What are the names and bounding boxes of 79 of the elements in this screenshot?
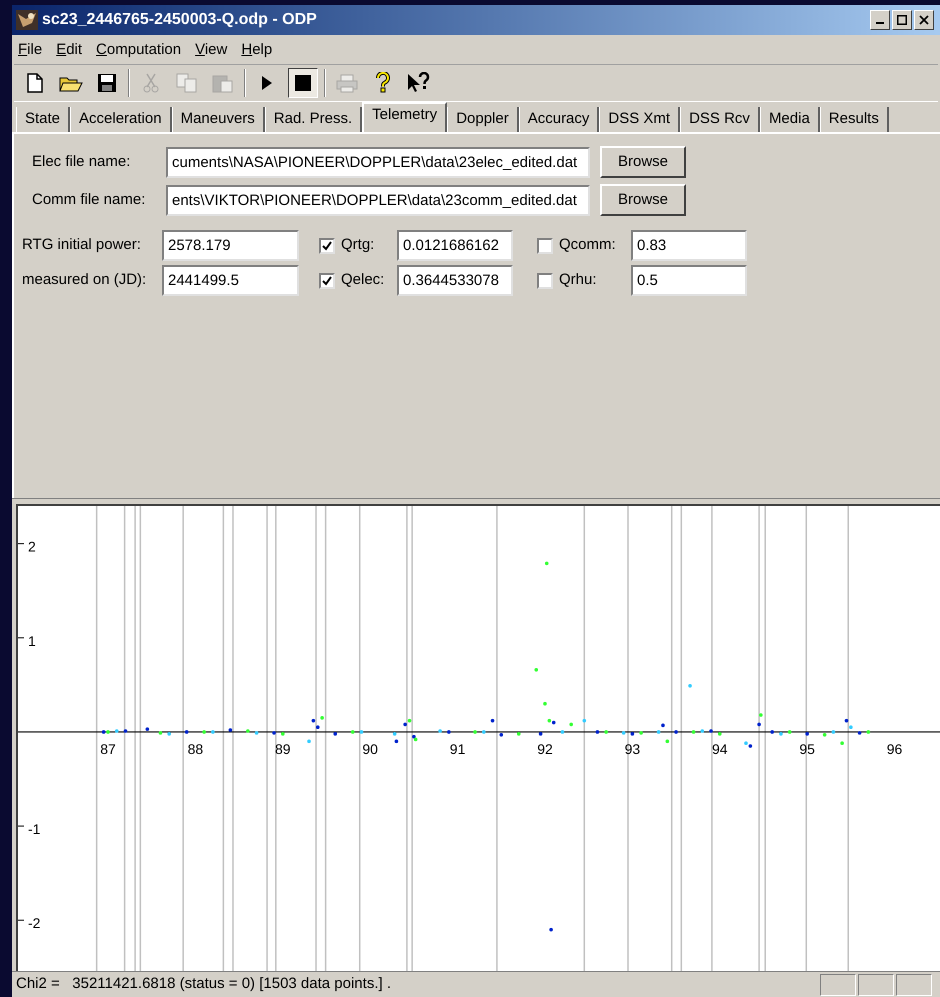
field-label: Elec file name: [32, 152, 132, 172]
x-tick-label: 89 [275, 740, 291, 757]
checkbox-label: Qelec: [341, 270, 386, 290]
question-mark-icon [375, 72, 391, 94]
field-label: Comm file name: [32, 190, 146, 210]
checkbox[interactable] [537, 238, 553, 254]
tab[interactable]: Results [820, 107, 889, 132]
window-title: sc23_2446765-2450003-Q.odp - ODP [42, 10, 318, 30]
copy-icon [176, 73, 198, 93]
checkbox-label: Qcomm: [559, 235, 617, 256]
tab[interactable]: DSS Rcv [680, 107, 760, 132]
pointer-question-icon [406, 72, 432, 94]
clipboard-icon [212, 73, 234, 93]
text-field[interactable]: 2441499.5 [162, 265, 299, 296]
check-icon [322, 240, 332, 250]
tab[interactable]: Maneuvers [172, 107, 265, 132]
text-field[interactable]: 0.5 [631, 265, 747, 296]
y-tick-label: -2 [28, 915, 41, 932]
scissors-icon [142, 73, 160, 93]
y-tick-label: -1 [28, 821, 41, 838]
tab[interactable]: Doppler [447, 107, 519, 132]
tab[interactable]: Telemetry [362, 102, 448, 132]
status-text: Chi2 = 35211421.6818 (status = 0) [1503 data points.] . [16, 974, 392, 994]
x-tick-label: 96 [886, 740, 902, 757]
field-label: RTG initial power: [22, 235, 142, 256]
text-field[interactable]: 0.3644533078 [397, 265, 513, 296]
x-tick-label: 94 [712, 740, 728, 757]
tab[interactable]: DSS Xmt [599, 107, 680, 132]
tab[interactable]: Accuracy [518, 107, 600, 132]
close-icon [919, 15, 929, 25]
text-field[interactable]: 0.0121686162 [397, 230, 513, 261]
y-tick-label: 2 [28, 538, 36, 555]
y-tick-label: 1 [28, 632, 36, 649]
menu-item[interactable]: File [18, 38, 42, 62]
menu-item[interactable]: View [195, 38, 228, 62]
text-field[interactable]: 0.83 [631, 230, 747, 261]
y-tick: -1 [18, 821, 40, 838]
checkbox[interactable] [319, 272, 335, 288]
y-tick: 2 [18, 538, 36, 555]
play-icon [260, 74, 274, 92]
menu-item[interactable]: Computation [96, 38, 182, 62]
minimize-icon [876, 22, 884, 24]
x-tick-label: 88 [188, 740, 204, 757]
checkbox-label: Qrtg: [341, 235, 376, 256]
tab[interactable]: Media [760, 107, 820, 132]
x-tick-label: 90 [362, 740, 378, 757]
app-icon [16, 10, 38, 30]
checkbox[interactable] [319, 238, 335, 254]
tab[interactable]: State [16, 107, 70, 132]
menu-item[interactable]: Help [241, 38, 272, 62]
stop-icon [294, 74, 312, 92]
y-tick: 1 [18, 632, 36, 649]
status-panel [896, 974, 932, 996]
x-tick-label: 93 [624, 740, 640, 757]
x-tick-label: 91 [450, 740, 466, 757]
toolbar-button[interactable] [288, 68, 318, 98]
minimize-button[interactable] [870, 10, 890, 30]
text-field[interactable]: cuments\NASA\PIONEER\DOPPLER\data\23elec_edited.dat [166, 146, 590, 178]
checkbox[interactable] [537, 272, 553, 288]
status-panel [858, 974, 894, 996]
maximize-icon [897, 15, 907, 25]
printer-icon [335, 73, 359, 93]
x-tick-label: 92 [537, 740, 553, 757]
browse-button[interactable]: Browse [600, 146, 686, 178]
x-tick-label: 87 [100, 740, 116, 757]
text-field[interactable]: ents\VIKTOR\PIONEER\DOPPLER\data\23comm_edited.dat [166, 184, 590, 216]
checkbox-label: Qrhu: [559, 270, 598, 290]
text-field[interactable]: 2578.179 [162, 230, 299, 261]
tab[interactable]: Acceleration [70, 107, 172, 132]
close-button[interactable] [914, 10, 934, 30]
x-tick-label: 95 [799, 740, 815, 757]
status-panel [820, 974, 856, 996]
browse-button[interactable]: Browse [600, 184, 686, 216]
menu-item[interactable]: Edit [56, 38, 82, 62]
maximize-button[interactable] [892, 10, 912, 30]
y-tick: -2 [18, 915, 40, 932]
check-icon [322, 276, 332, 286]
new-file-icon [26, 73, 44, 93]
field-label: measured on (JD): [22, 270, 148, 290]
